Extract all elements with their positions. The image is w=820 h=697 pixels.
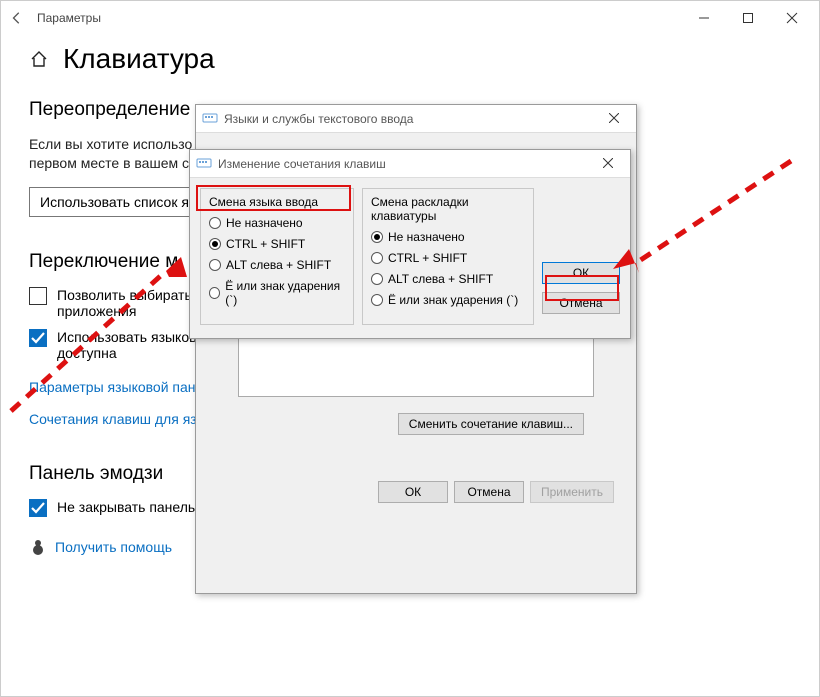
back-button[interactable] xyxy=(7,8,27,28)
get-help-link[interactable]: Получить помощь xyxy=(55,539,172,555)
g1-alt-label: ALT слева + SHIFT xyxy=(226,258,331,272)
lang-cancel-button[interactable]: Отмена xyxy=(454,481,524,503)
g1-accent-radio[interactable] xyxy=(209,287,220,299)
change-hotkey-button[interactable]: Сменить сочетание клавиш... xyxy=(398,413,584,435)
highlight-box-group1 xyxy=(196,185,351,211)
g2-ctrl-radio[interactable] xyxy=(371,252,383,264)
g2-ctrl-label: CTRL + SHIFT xyxy=(388,251,467,265)
home-icon xyxy=(29,49,49,69)
keys-dialog-title: Изменение сочетания клавиш xyxy=(218,157,586,171)
allow-choose-checkbox[interactable] xyxy=(29,287,47,305)
lang-dialog-close-button[interactable] xyxy=(598,112,630,126)
g2-alt-label: ALT слева + SHIFT xyxy=(388,272,493,286)
window-title: Параметры xyxy=(37,11,101,25)
page-title: Клавиатура xyxy=(63,43,215,75)
g1-none-radio[interactable] xyxy=(209,217,221,229)
close-button[interactable] xyxy=(771,5,813,31)
g1-accent-label: Ё или знак ударения (`) xyxy=(225,279,345,307)
use-list-button[interactable]: Использовать список я xyxy=(29,187,200,217)
help-icon xyxy=(29,537,47,558)
g1-none-label: Не назначено xyxy=(226,216,303,230)
minimize-button[interactable] xyxy=(683,5,725,31)
use-langbar-label: Использовать языкову доступна xyxy=(57,329,203,361)
highlight-box-ok xyxy=(545,275,619,301)
lang-dialog-title: Языки и службы текстового ввода xyxy=(224,112,592,126)
maximize-button[interactable] xyxy=(727,5,769,31)
lang-apply-button[interactable]: Применить xyxy=(530,481,614,503)
allow-choose-l2: приложения xyxy=(57,303,136,319)
g2-accent-radio[interactable] xyxy=(371,294,383,306)
allow-choose-l1: Позволить выбирать м xyxy=(57,287,205,303)
group2-legend: Смена раскладки клавиатуры xyxy=(371,195,469,223)
g2-alt-radio[interactable] xyxy=(371,273,383,285)
use-langbar-l1: Использовать языкову xyxy=(57,329,203,345)
allow-choose-label: Позволить выбирать м приложения xyxy=(57,287,205,319)
g1-ctrl-label: CTRL + SHIFT xyxy=(226,237,305,251)
hotkeys-link[interactable]: Сочетания клавиш для язы xyxy=(29,411,207,427)
keys-dialog-close-button[interactable] xyxy=(592,157,624,171)
g1-ctrl-radio[interactable] xyxy=(209,238,221,250)
g2-none-radio[interactable] xyxy=(371,231,383,243)
g2-accent-label: Ё или знак ударения (`) xyxy=(388,293,518,307)
keyboard-colored-icon xyxy=(196,155,212,172)
lang-ok-button[interactable]: ОК xyxy=(378,481,448,503)
override-para-l2: первом месте в вашем с xyxy=(29,155,189,171)
g2-none-label: Не назначено xyxy=(388,230,465,244)
emoji-autoclose-checkbox[interactable] xyxy=(29,499,47,517)
keyboard-colored-icon xyxy=(202,110,218,127)
use-langbar-checkbox[interactable] xyxy=(29,329,47,347)
change-hotkey-dialog: Изменение сочетания клавиш Смена языка в… xyxy=(189,149,631,339)
override-para-l1: Если вы хотите использо xyxy=(29,136,192,152)
langbar-params-link[interactable]: Параметры языковой пане xyxy=(29,379,203,395)
use-langbar-l2: доступна xyxy=(57,345,117,361)
g1-alt-radio[interactable] xyxy=(209,259,221,271)
